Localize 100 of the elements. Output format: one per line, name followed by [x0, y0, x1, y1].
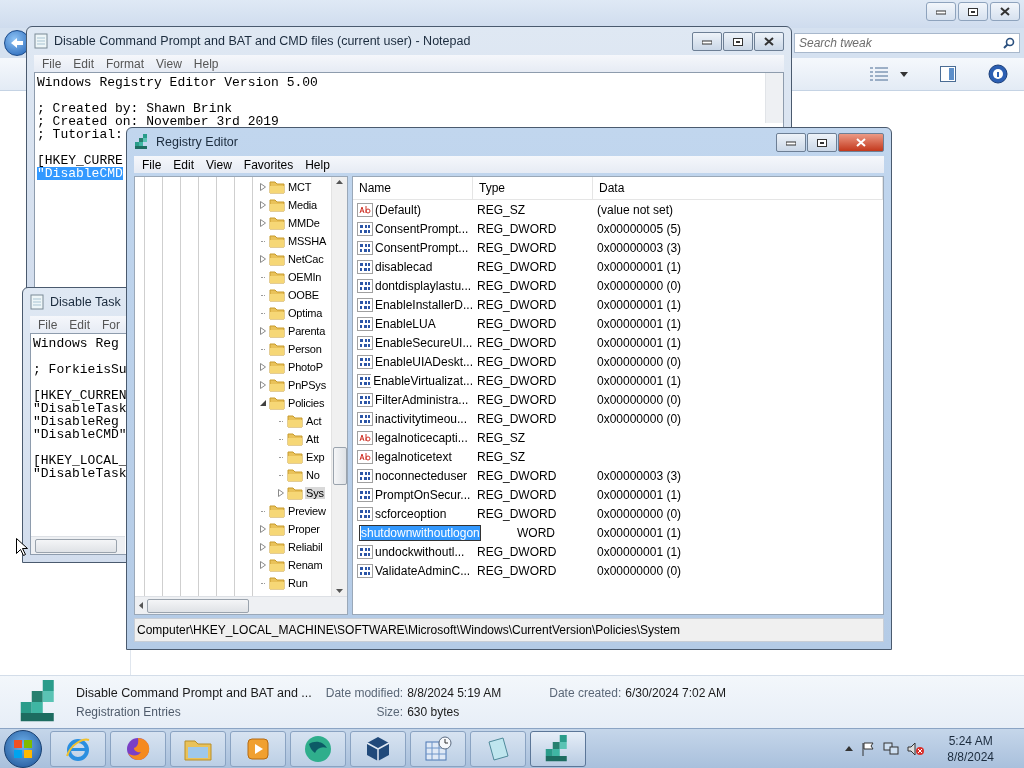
- menu-item[interactable]: Edit: [67, 56, 101, 71]
- text-line: ; Tutorial:: [37, 128, 123, 141]
- caret-icon[interactable]: [900, 71, 908, 77]
- scroll-left-icon[interactable]: [139, 602, 143, 609]
- search-field[interactable]: Search tweak: [794, 33, 1020, 53]
- menu-item[interactable]: View: [200, 157, 238, 172]
- value-name: EnableSecureUI...: [375, 335, 473, 350]
- menu-item[interactable]: Format: [100, 56, 151, 71]
- value-type: REG_DWORD: [476, 316, 558, 331]
- expand-arrow-icon[interactable]: [260, 219, 266, 227]
- expand-arrow-icon[interactable]: [260, 327, 266, 335]
- maximize-button[interactable]: [807, 133, 837, 152]
- tree-item[interactable]: Media: [287, 199, 318, 211]
- folder-icon: [269, 360, 285, 374]
- scroll-up-icon[interactable]: [336, 180, 343, 184]
- tree-item[interactable]: MCT: [287, 181, 313, 193]
- expand-arrow-icon[interactable]: [260, 183, 266, 191]
- tree-item[interactable]: OEMIn: [287, 271, 323, 283]
- tree-item[interactable]: No: [305, 469, 321, 481]
- registry-icon: [134, 134, 150, 150]
- maximize-button[interactable]: [723, 32, 753, 51]
- tree-item[interactable]: PnPSys: [287, 379, 327, 391]
- value-type: REG_DWORD: [476, 278, 558, 293]
- folder-icon: [269, 252, 285, 266]
- value-type: REG_DWORD: [476, 259, 558, 274]
- binary-value-icon: [357, 259, 373, 274]
- minimize-button[interactable]: [692, 32, 722, 51]
- value-data: 0x00000001 (1): [596, 544, 683, 559]
- taskbar-button[interactable]: [350, 730, 406, 767]
- close-button[interactable]: [754, 32, 784, 51]
- taskbar-button[interactable]: [110, 730, 166, 767]
- tree-item[interactable]: Policies: [287, 397, 326, 409]
- menu-item[interactable]: Edit: [167, 157, 201, 172]
- tree-item[interactable]: MMDe: [287, 217, 321, 229]
- menu-item[interactable]: File: [136, 157, 168, 172]
- value-type: REG_DWORD: [476, 411, 558, 426]
- column-header[interactable]: Data: [593, 177, 883, 199]
- menu-item[interactable]: View: [150, 56, 188, 71]
- minimize-button[interactable]: [776, 133, 806, 152]
- value-type: REG_DWORD: [476, 487, 558, 502]
- column-header[interactable]: Name: [353, 177, 473, 199]
- scrollbar-thumb[interactable]: [35, 538, 117, 553]
- scroll-down-icon[interactable]: [336, 589, 343, 593]
- muted-speaker-icon[interactable]: [907, 741, 926, 756]
- menu-item[interactable]: Edit: [63, 317, 97, 332]
- maximize-icon: [817, 138, 827, 147]
- tree-item[interactable]: Act: [305, 415, 323, 427]
- expand-arrow-icon[interactable]: [260, 255, 266, 263]
- scrollbar[interactable]: [331, 177, 347, 596]
- view-options-icon[interactable]: [870, 67, 888, 81]
- tree-item[interactable]: Att: [305, 433, 320, 445]
- taskbar-button[interactable]: [530, 730, 586, 767]
- expand-arrow-icon[interactable]: [278, 489, 284, 497]
- restore-button[interactable]: [958, 2, 988, 21]
- close-button[interactable]: [838, 133, 884, 152]
- show-hidden-icon[interactable]: [845, 746, 854, 751]
- scrollbar[interactable]: [135, 596, 347, 614]
- tree-item[interactable]: OOBE: [287, 289, 320, 301]
- value-data: 0x00000000 (0): [596, 278, 683, 293]
- scrollbar[interactable]: [765, 73, 783, 123]
- folder-icon: [287, 414, 303, 428]
- start-button[interactable]: [4, 729, 42, 768]
- column-header[interactable]: Type: [473, 177, 593, 199]
- menu-item[interactable]: Help: [299, 157, 336, 172]
- menu-item[interactable]: Help: [187, 56, 225, 71]
- flag-icon[interactable]: [861, 741, 876, 756]
- tree-item[interactable]: Exp: [305, 451, 326, 463]
- tree-item[interactable]: PhotoP: [287, 361, 324, 373]
- tree-item[interactable]: MSSHA: [287, 235, 328, 247]
- field-label: Date modified:: [325, 685, 404, 700]
- menu-item[interactable]: Favorites: [237, 157, 300, 172]
- expand-arrow-icon[interactable]: [260, 381, 266, 389]
- tree-item[interactable]: Optima: [287, 307, 324, 319]
- tree-item[interactable]: Person: [287, 343, 323, 355]
- expand-arrow-icon[interactable]: [260, 525, 266, 533]
- tree-item[interactable]: Reliabil: [287, 541, 324, 553]
- expand-arrow-icon[interactable]: [260, 543, 266, 551]
- menu-item[interactable]: File: [32, 317, 64, 332]
- preview-pane-icon[interactable]: [940, 66, 956, 82]
- tree-item[interactable]: Renam: [287, 559, 324, 571]
- scrollbar-thumb[interactable]: [333, 447, 347, 485]
- expand-arrow-icon[interactable]: [260, 201, 266, 209]
- tree-item[interactable]: Sys: [305, 487, 325, 499]
- window-title: Registry Editor: [156, 135, 238, 149]
- expand-arrow-icon[interactable]: [260, 363, 266, 371]
- tree-item[interactable]: NetCac: [287, 253, 325, 265]
- collapse-arrow-icon[interactable]: [260, 400, 266, 406]
- menu-item[interactable]: File: [36, 56, 68, 71]
- menu-item[interactable]: For: [96, 317, 127, 332]
- scrollbar[interactable]: [31, 536, 125, 554]
- taskbar-button[interactable]: [290, 730, 346, 767]
- tree-item[interactable]: Proper: [287, 523, 321, 535]
- tree-item[interactable]: Parenta: [287, 325, 327, 337]
- binary-value-icon: [357, 278, 373, 293]
- tree-item[interactable]: Preview: [287, 505, 327, 517]
- network-icon[interactable]: [883, 741, 900, 756]
- tree-item[interactable]: Run: [287, 577, 309, 589]
- expand-arrow-icon[interactable]: [260, 561, 266, 569]
- close-button[interactable]: [990, 2, 1020, 21]
- window-title: Disable Command Prompt and BAT and CMD files (current user) - Notepad: [54, 34, 471, 48]
